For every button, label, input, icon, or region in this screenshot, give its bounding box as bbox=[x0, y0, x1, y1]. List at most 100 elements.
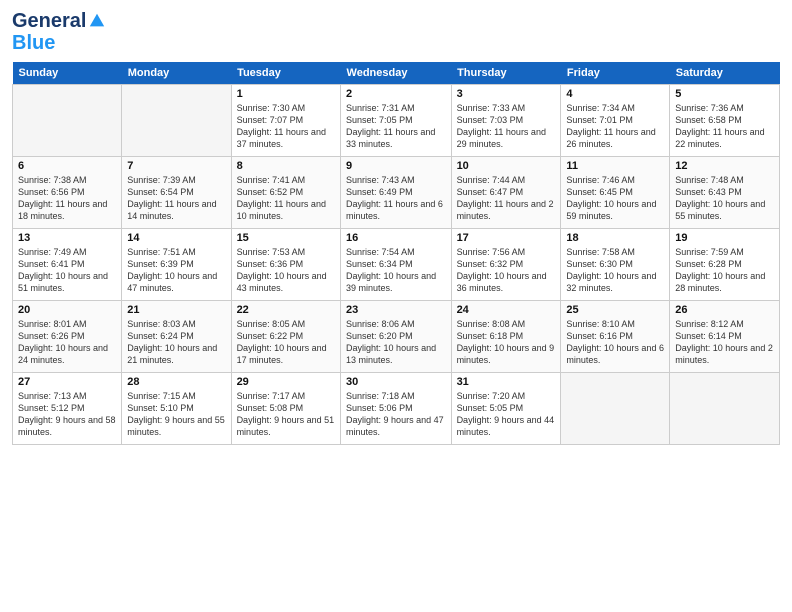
day-number: 17 bbox=[457, 232, 556, 244]
day-header-wednesday: Wednesday bbox=[341, 62, 452, 85]
day-number: 12 bbox=[675, 160, 774, 172]
day-number: 23 bbox=[346, 304, 446, 316]
day-cell bbox=[13, 85, 122, 157]
day-info: Sunrise: 8:08 AMSunset: 6:18 PMDaylight:… bbox=[457, 318, 556, 367]
day-info: Sunrise: 7:44 AMSunset: 6:47 PMDaylight:… bbox=[457, 174, 556, 223]
day-header-thursday: Thursday bbox=[451, 62, 561, 85]
day-info: Sunrise: 7:38 AMSunset: 6:56 PMDaylight:… bbox=[18, 174, 116, 223]
day-number: 6 bbox=[18, 160, 116, 172]
day-number: 15 bbox=[237, 232, 335, 244]
day-info: Sunrise: 7:39 AMSunset: 6:54 PMDaylight:… bbox=[127, 174, 225, 223]
day-cell: 2 Sunrise: 7:31 AMSunset: 7:05 PMDaylight… bbox=[341, 85, 452, 157]
day-cell: 25 Sunrise: 8:10 AMSunset: 6:16 PMDayligh… bbox=[561, 301, 670, 373]
day-cell: 3Sunrise: 7:33 AMSunset: 7:03 PMDaylight… bbox=[451, 85, 561, 157]
day-info: Sunrise: 7:43 AMSunset: 6:49 PMDaylight:… bbox=[346, 174, 446, 223]
day-number: 13 bbox=[18, 232, 116, 244]
day-info: Sunrise: 7:58 AMSunset: 6:30 PMDaylight:… bbox=[566, 246, 664, 295]
day-cell: 1Sunrise: 7:30 AMSunset: 7:07 PMDaylight… bbox=[231, 85, 340, 157]
day-info: Sunrise: 7:51 AMSunset: 6:39 PMDaylight:… bbox=[127, 246, 225, 295]
day-number: 5 bbox=[675, 88, 774, 100]
day-number: 1 bbox=[237, 88, 335, 100]
day-cell: 23 Sunrise: 8:06 AMSunset: 6:20 PMDayligh… bbox=[341, 301, 452, 373]
day-cell: 19 Sunrise: 7:59 AMSunset: 6:28 PMDayligh… bbox=[670, 229, 780, 301]
page-container: General Blue SundayMondayTuesdayWednesda… bbox=[0, 0, 792, 455]
day-number: 18 bbox=[566, 232, 664, 244]
day-number: 29 bbox=[237, 376, 335, 388]
day-info: Sunrise: 7:15 AMSunset: 5:10 PMDaylight:… bbox=[127, 390, 225, 439]
day-number: 21 bbox=[127, 304, 225, 316]
day-cell: 14 Sunrise: 7:51 AMSunset: 6:39 PMDayligh… bbox=[122, 229, 231, 301]
day-number: 26 bbox=[675, 304, 774, 316]
day-header-tuesday: Tuesday bbox=[231, 62, 340, 85]
day-info: Sunrise: 7:49 AMSunset: 6:41 PMDaylight:… bbox=[18, 246, 116, 295]
day-number: 20 bbox=[18, 304, 116, 316]
day-number: 28 bbox=[127, 376, 225, 388]
week-row-4: 20 Sunrise: 8:01 AMSunset: 6:26 PMDayligh… bbox=[13, 301, 780, 373]
day-info: Sunrise: 8:05 AMSunset: 6:22 PMDaylight:… bbox=[237, 318, 335, 367]
day-number: 10 bbox=[457, 160, 556, 172]
day-info: Sunrise: 7:17 AMSunset: 5:08 PMDaylight:… bbox=[237, 390, 335, 439]
day-cell: 11Sunrise: 7:46 AMSunset: 6:45 PMDayligh… bbox=[561, 157, 670, 229]
day-cell: 29 Sunrise: 7:17 AMSunset: 5:08 PMDayligh… bbox=[231, 373, 340, 445]
day-info: Sunrise: 7:20 AMSunset: 5:05 PMDaylight:… bbox=[457, 390, 556, 439]
day-number: 19 bbox=[675, 232, 774, 244]
day-header-monday: Monday bbox=[122, 62, 231, 85]
day-info: Sunrise: 7:18 AMSunset: 5:06 PMDaylight:… bbox=[346, 390, 446, 439]
day-number: 24 bbox=[457, 304, 556, 316]
calendar-table: SundayMondayTuesdayWednesdayThursdayFrid… bbox=[12, 62, 780, 445]
day-header-saturday: Saturday bbox=[670, 62, 780, 85]
day-cell: 12Sunrise: 7:48 AMSunset: 6:43 PMDayligh… bbox=[670, 157, 780, 229]
day-header-friday: Friday bbox=[561, 62, 670, 85]
day-cell: 28 Sunrise: 7:15 AMSunset: 5:10 PMDayligh… bbox=[122, 373, 231, 445]
day-info: Sunrise: 8:12 AMSunset: 6:14 PMDaylight:… bbox=[675, 318, 774, 367]
day-info: Sunrise: 8:01 AMSunset: 6:26 PMDaylight:… bbox=[18, 318, 116, 367]
day-number: 7 bbox=[127, 160, 225, 172]
day-cell bbox=[122, 85, 231, 157]
day-cell: 27Sunrise: 7:13 AMSunset: 5:12 PMDayligh… bbox=[13, 373, 122, 445]
day-cell: 18 Sunrise: 7:58 AMSunset: 6:30 PMDayligh… bbox=[561, 229, 670, 301]
day-cell: 30 Sunrise: 7:18 AMSunset: 5:06 PMDayligh… bbox=[341, 373, 452, 445]
day-cell: 31 Sunrise: 7:20 AMSunset: 5:05 PMDayligh… bbox=[451, 373, 561, 445]
day-header-sunday: Sunday bbox=[13, 62, 122, 85]
day-info: Sunrise: 7:31 AMSunset: 7:05 PMDaylight:… bbox=[346, 102, 446, 151]
day-cell: 16Sunrise: 7:54 AMSunset: 6:34 PMDayligh… bbox=[341, 229, 452, 301]
day-info: Sunrise: 7:36 AMSunset: 6:58 PMDaylight:… bbox=[675, 102, 774, 151]
day-cell: 22 Sunrise: 8:05 AMSunset: 6:22 PMDayligh… bbox=[231, 301, 340, 373]
day-number: 14 bbox=[127, 232, 225, 244]
day-cell: 8 Sunrise: 7:41 AMSunset: 6:52 PMDaylight… bbox=[231, 157, 340, 229]
day-info: Sunrise: 7:34 AMSunset: 7:01 PMDaylight:… bbox=[566, 102, 664, 151]
day-info: Sunrise: 7:41 AMSunset: 6:52 PMDaylight:… bbox=[237, 174, 335, 223]
day-cell: 10 Sunrise: 7:44 AMSunset: 6:47 PMDayligh… bbox=[451, 157, 561, 229]
day-cell: 15 Sunrise: 7:53 AMSunset: 6:36 PMDayligh… bbox=[231, 229, 340, 301]
day-number: 9 bbox=[346, 160, 446, 172]
week-row-1: 1Sunrise: 7:30 AMSunset: 7:07 PMDaylight… bbox=[13, 85, 780, 157]
header-row: SundayMondayTuesdayWednesdayThursdayFrid… bbox=[13, 62, 780, 85]
week-row-5: 27Sunrise: 7:13 AMSunset: 5:12 PMDayligh… bbox=[13, 373, 780, 445]
day-number: 2 bbox=[346, 88, 446, 100]
day-info: Sunrise: 8:06 AMSunset: 6:20 PMDaylight:… bbox=[346, 318, 446, 367]
day-cell: 6 Sunrise: 7:38 AMSunset: 6:56 PMDaylight… bbox=[13, 157, 122, 229]
day-number: 8 bbox=[237, 160, 335, 172]
day-info: Sunrise: 7:46 AMSunset: 6:45 PMDaylight:… bbox=[566, 174, 664, 223]
header: General Blue bbox=[12, 10, 780, 54]
day-number: 31 bbox=[457, 376, 556, 388]
logo: General Blue bbox=[12, 10, 106, 54]
day-info: Sunrise: 8:03 AMSunset: 6:24 PMDaylight:… bbox=[127, 318, 225, 367]
day-info: Sunrise: 7:59 AMSunset: 6:28 PMDaylight:… bbox=[675, 246, 774, 295]
day-cell: 9 Sunrise: 7:43 AMSunset: 6:49 PMDaylight… bbox=[341, 157, 452, 229]
day-number: 30 bbox=[346, 376, 446, 388]
day-cell: 7 Sunrise: 7:39 AMSunset: 6:54 PMDaylight… bbox=[122, 157, 231, 229]
day-number: 22 bbox=[237, 304, 335, 316]
logo-text-general: General bbox=[12, 10, 86, 32]
day-info: Sunrise: 8:10 AMSunset: 6:16 PMDaylight:… bbox=[566, 318, 664, 367]
day-cell: 5 Sunrise: 7:36 AMSunset: 6:58 PMDaylight… bbox=[670, 85, 780, 157]
day-cell: 26 Sunrise: 8:12 AMSunset: 6:14 PMDayligh… bbox=[670, 301, 780, 373]
logo-icon bbox=[88, 12, 106, 30]
day-cell: 4Sunrise: 7:34 AMSunset: 7:01 PMDaylight… bbox=[561, 85, 670, 157]
day-info: Sunrise: 7:54 AMSunset: 6:34 PMDaylight:… bbox=[346, 246, 446, 295]
day-cell: 13 Sunrise: 7:49 AMSunset: 6:41 PMDayligh… bbox=[13, 229, 122, 301]
day-info: Sunrise: 7:33 AMSunset: 7:03 PMDaylight:… bbox=[457, 102, 556, 151]
day-cell: 24 Sunrise: 8:08 AMSunset: 6:18 PMDayligh… bbox=[451, 301, 561, 373]
day-info: Sunrise: 7:53 AMSunset: 6:36 PMDaylight:… bbox=[237, 246, 335, 295]
day-number: 25 bbox=[566, 304, 664, 316]
